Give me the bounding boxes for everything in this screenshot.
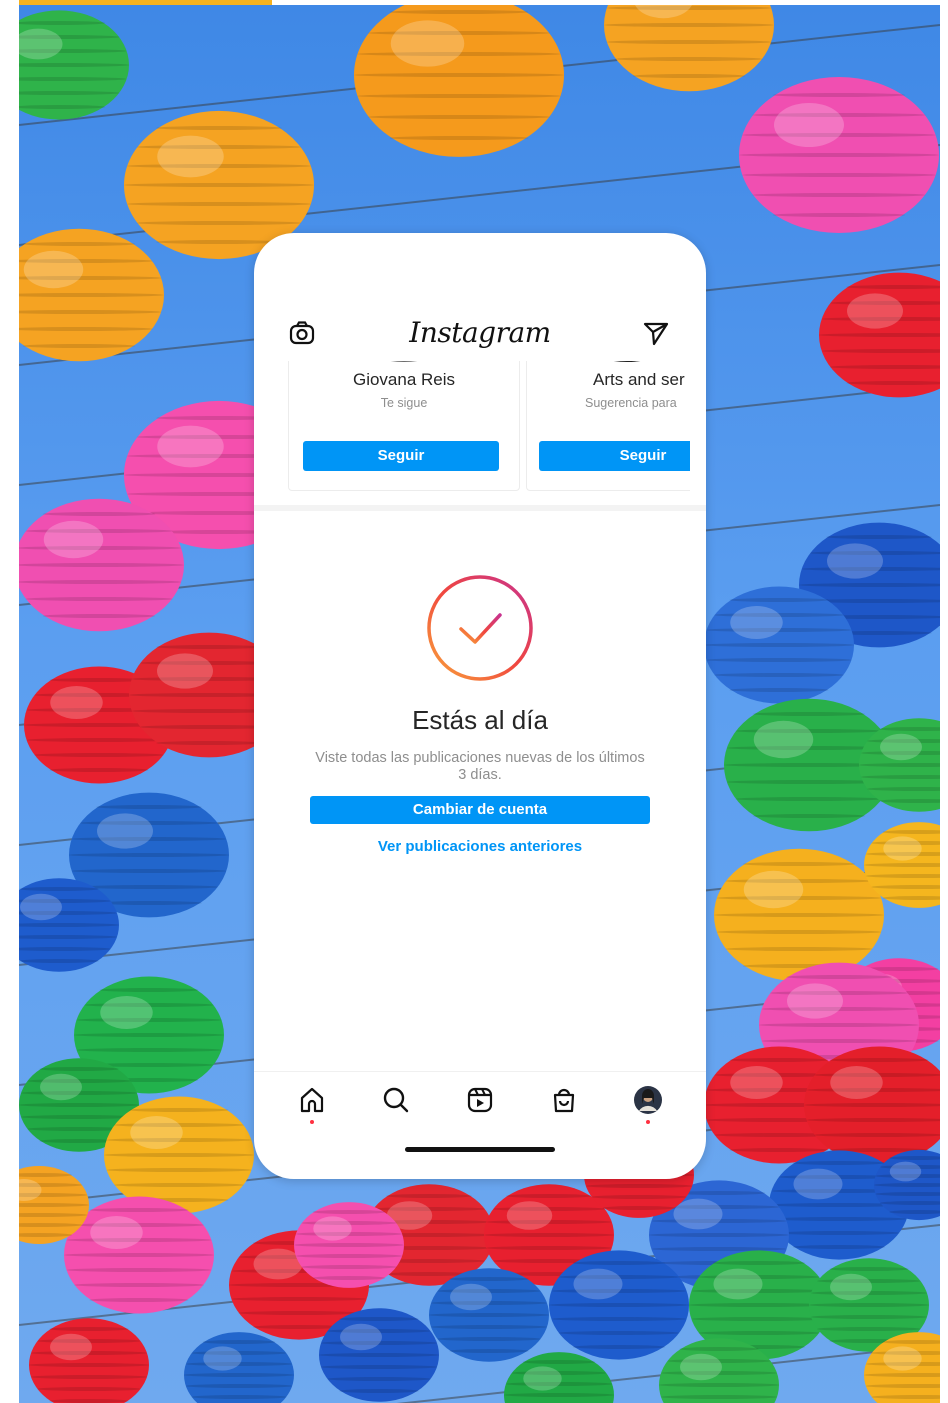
switch-account-button[interactable]: Cambiar de cuenta [310,796,650,824]
lantern [29,1318,149,1403]
instagram-logo[interactable]: Instagram [270,311,690,355]
home-icon [300,1087,324,1113]
lantern [19,10,129,120]
caught-up-message: Viste todas las publicaciones nuevas de … [315,750,645,783]
lantern [184,1332,294,1403]
caught-up-title: Estás al día [412,705,548,735]
avatar[interactable] [592,361,662,362]
lantern [604,5,774,92]
suggestion-subtitle: Te sigue [380,396,428,410]
lantern [714,848,884,982]
checkmark-icon [427,575,533,681]
section-divider [254,505,706,511]
lantern [504,1352,614,1403]
nav-search[interactable] [380,1084,412,1116]
search-icon [383,1087,409,1113]
lantern [104,1096,254,1214]
lantern [294,1202,404,1288]
suggestions-carousel[interactable]: Giovana Reis Te sigue Seguir Arts and se… [270,361,690,497]
avatar[interactable] [369,361,439,362]
nav-shop[interactable] [548,1084,580,1116]
nav-home[interactable] [296,1084,328,1124]
lantern [319,1308,439,1402]
lantern [354,5,564,157]
suggestion-name: Arts and ser [593,370,685,389]
suggestion-subtitle: Sugerencia para [585,396,677,410]
nav-profile[interactable] [632,1084,664,1124]
lantern [819,272,940,398]
home-indicator [405,1147,555,1152]
lantern [429,1268,549,1362]
notification-dot [646,1120,650,1124]
active-indicator [310,1120,314,1124]
phone-screen: Instagram Giovana Reis Te sigue Seguir A… [254,233,706,1179]
bottom-nav [254,1071,706,1132]
suggestion-card: Giovana Reis Te sigue Seguir [288,361,520,491]
follow-button[interactable]: Seguir [303,441,499,471]
shop-icon [553,1088,575,1113]
suggestion-name: Giovana Reis [352,370,456,389]
suggestion-card: Arts and ser Sugerencia para Seguir [526,361,690,491]
lantern [704,586,854,704]
lantern [19,228,164,362]
profile-avatar [634,1086,662,1114]
app-header: Instagram [270,311,690,355]
lantern [549,1250,689,1360]
lantern [19,498,184,632]
follow-button[interactable]: Seguir [539,441,690,471]
reels-icon [467,1087,493,1113]
direct-message-icon[interactable] [642,319,670,347]
nav-reels[interactable] [464,1084,496,1116]
older-posts-link[interactable]: Ver publicaciones anteriores [254,838,706,855]
caught-up-section: Estás al día Viste todas las publicacion… [254,573,706,855]
lantern [739,77,939,233]
